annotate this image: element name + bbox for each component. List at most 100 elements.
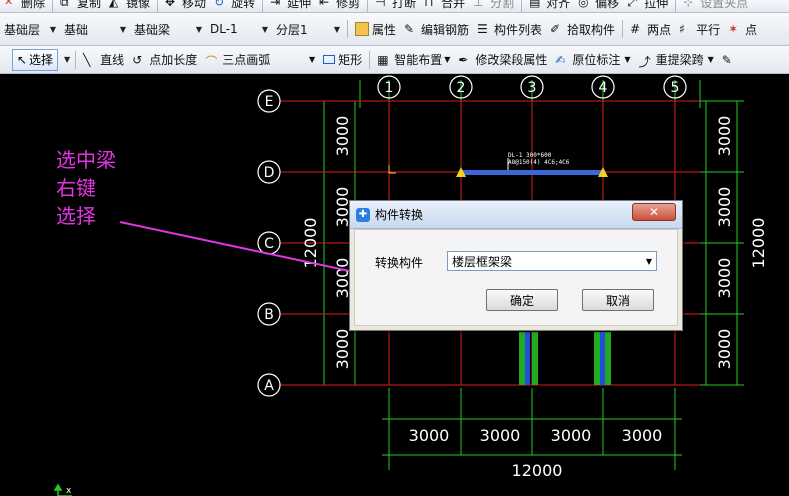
dimension-text: 3000 (715, 116, 734, 157)
ok-button[interactable]: 确定 (486, 289, 558, 311)
rectangle-button[interactable]: 矩形 (319, 46, 366, 73)
edit-toolbar: ✕ 删除 ⧉ 复制 ◭ 镜像 ✥ 移动 ↻ 旋转 ⇥ 延伸 ⇤ 修剪 ⊣ 打断 ⊓ 合并 ⊥ 分割 … (0, 0, 789, 13)
sublayer-select[interactable]: 分层1 ▼ (272, 19, 344, 39)
rotate-button[interactable]: ↻ 旋转 (210, 0, 259, 10)
separator (52, 0, 54, 12)
component-type-select[interactable]: 基础梁 ▼ (130, 19, 206, 39)
annotation-line: 右键 (56, 176, 96, 200)
re-extract-span-icon: ⤴ (638, 54, 651, 69)
axis-column-label: 1 (385, 80, 394, 96)
stretch-button[interactable]: ⤢ 拉伸 (623, 0, 672, 10)
edit-rebar-button[interactable]: ✎ 编辑钢筋 (400, 13, 473, 45)
axis-row-label: A (264, 378, 274, 394)
chevron-down-icon: ▼ (624, 55, 631, 64)
axis-row-label: C (264, 236, 274, 252)
chevron-down-icon: ▼ (309, 55, 316, 64)
axis-row-label: D (264, 165, 275, 181)
pick-component-button[interactable]: ✐ 拾取构件 (546, 13, 619, 45)
dimension-text: 3000 (622, 426, 663, 445)
axis-column-label: 4 (599, 80, 608, 96)
separator (367, 0, 369, 12)
app-icon: ✚ (356, 207, 370, 222)
split-button[interactable]: ⊥ 分割 (469, 0, 518, 10)
in-situ-label-button[interactable]: ✍ 原位标注 ▼ (551, 46, 634, 73)
break-button[interactable]: ⊣ 打断 (371, 0, 420, 10)
in-situ-label-icon: ✍ (555, 52, 566, 67)
separator (157, 0, 159, 12)
copy-button[interactable]: ⧉ 复制 (56, 0, 105, 10)
dimension-text: 3000 (333, 116, 352, 157)
two-point-axis-button[interactable]: # 两点 (626, 13, 675, 45)
point-angle-icon: ✶ (728, 22, 739, 36)
convert-field-label: 转换构件 (375, 256, 424, 270)
category-select[interactable]: 基础 ▼ (60, 19, 130, 39)
extend-button[interactable]: ⇥ 延伸 (266, 0, 315, 10)
separator (675, 0, 677, 12)
delete-icon: ✕ (4, 0, 14, 8)
delete-button[interactable]: ✕ 删除 (0, 0, 49, 10)
brush-button[interactable]: ✎ (718, 46, 743, 73)
modify-beam-button[interactable]: ✒ 修改梁段属性 (454, 46, 551, 73)
selected-beam[interactable] (461, 170, 603, 175)
component-toolbar: 基础层 ▼ 基础 ▼ 基础梁 ▼ DL-1 ▼ 分层1 ▼ 属性 ✎ 编辑钢筋 ☰ 构件列表 … (0, 13, 789, 46)
trim-button[interactable]: ⇤ 修剪 (315, 0, 364, 10)
properties-icon (355, 22, 369, 36)
move-button[interactable]: ✥ 移动 (161, 0, 210, 10)
floor-select[interactable]: 基础层 ▼ (0, 19, 60, 39)
dimension-text: 3000 (333, 329, 352, 370)
component-list-icon: ☰ (477, 22, 488, 36)
select-mode-dropdown[interactable]: ▼ (58, 50, 72, 70)
chevron-down-icon: ▼ (444, 55, 451, 64)
point-angle-button[interactable]: ✶ 点 (724, 13, 761, 45)
point-length-button[interactable]: ↺ 点加长度 (128, 46, 201, 73)
selected-value: 楼层框架梁 (452, 254, 513, 269)
chevron-down-icon: ▼ (49, 24, 56, 34)
chevron-down-icon: ▼ (333, 24, 340, 34)
line-button[interactable]: ╲ 直线 (79, 46, 128, 73)
chevron-down-icon: ▼ (195, 24, 202, 34)
align-button[interactable]: ▤ 对齐 (525, 0, 574, 10)
chevron-down-icon[interactable]: ▼ (642, 253, 656, 269)
re-extract-span-button[interactable]: ⤴ 重提梁跨 ▼ (635, 46, 718, 73)
convert-component-select[interactable]: 楼层框架梁 ▼ (447, 251, 657, 271)
dialog-title-bar[interactable]: ✚ 构件转换 ✕ (350, 201, 682, 229)
dimension-text: 3000 (715, 187, 734, 228)
three-point-arc-button[interactable]: ⌒ 三点画弧 ▼ (201, 46, 319, 73)
offset-button[interactable]: ◎ 偏移 (574, 0, 623, 10)
rectangle-icon (323, 55, 336, 64)
mirror-button[interactable]: ◭ 镜像 (105, 0, 154, 10)
mirror-icon: ◭ (109, 0, 119, 9)
dialog-title: 构件转换 (375, 208, 424, 222)
parallel-axis-button[interactable]: ♯ 平行 (675, 13, 724, 45)
pick-component-icon: ✐ (550, 22, 561, 36)
properties-button[interactable]: 属性 (351, 13, 400, 45)
line-icon: ╲ (83, 52, 91, 67)
extend-icon: ⇥ (270, 0, 281, 9)
point-length-icon: ↺ (132, 52, 143, 67)
close-button[interactable]: ✕ (632, 203, 676, 221)
component-name-select[interactable]: DL-1 ▼ (206, 19, 272, 39)
trim-icon: ⇤ (319, 0, 330, 9)
chevron-down-icon: ▼ (707, 55, 714, 64)
move-icon: ✥ (165, 0, 176, 9)
cancel-button[interactable]: 取消 (582, 289, 654, 311)
columns-below-dialog (519, 332, 611, 385)
annotation-line: 选择 (56, 204, 96, 228)
smart-layout-icon: ▦ (377, 52, 389, 67)
brush-icon: ✎ (721, 52, 732, 67)
dialog-body: 转换构件 楼层框架梁 ▼ 确定 取消 (354, 229, 678, 326)
set-grip-button[interactable]: ⊹ 设置夹点 (679, 0, 752, 10)
annotation-text: 选中梁 右键 选择 (56, 146, 116, 230)
smart-layout-button[interactable]: ▦ 智能布置 ▼ (373, 46, 454, 73)
component-list-button[interactable]: ☰ 构件列表 (473, 13, 546, 45)
separator (75, 50, 77, 69)
dimension-text: 3000 (409, 426, 450, 445)
edit-rebar-icon: ✎ (404, 22, 415, 36)
axis-column-label: 3 (528, 80, 537, 96)
dimension-text: 3000 (715, 329, 734, 370)
axis-column-label: 2 (457, 80, 466, 96)
separator (262, 0, 264, 12)
select-tool-button[interactable]: ↖ 选择 (12, 48, 59, 71)
align-icon: ▤ (529, 0, 541, 9)
merge-button[interactable]: ⊓ 合并 (420, 0, 469, 10)
